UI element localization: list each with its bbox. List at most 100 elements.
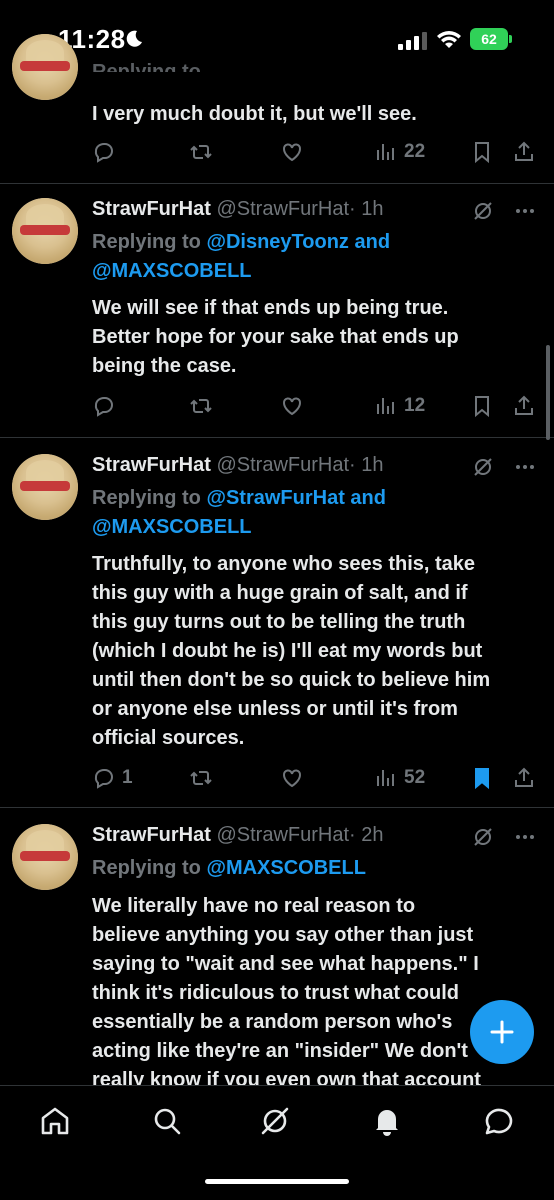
more-icon[interactable] [514, 826, 536, 848]
like-button[interactable] [280, 392, 304, 420]
reply-button[interactable] [92, 138, 116, 166]
mention-join: and [344, 487, 386, 509]
tweet-text-line: think it's ridiculous to trust what coul… [92, 982, 459, 1004]
plus-icon [490, 1020, 514, 1044]
bottom-navigation [0, 1085, 554, 1200]
more-icon[interactable] [514, 200, 536, 222]
bookmark-button[interactable] [470, 764, 494, 792]
tweet-item[interactable]: StrawFurHat @StrawFurHat· 2h Replying to… [0, 808, 554, 1085]
tweet-text-line: saying to "wait and see what happens." I [92, 953, 479, 975]
views-icon [377, 770, 394, 786]
replying-to: Replying to @DisneyToonz and @MAXSCOBELL [92, 228, 532, 286]
bookmark-filled-icon [475, 768, 489, 790]
scrollbar[interactable] [546, 345, 550, 440]
replying-to: Replying to @StrawFurHat and @MAXSCOBELL [92, 484, 532, 542]
like-button[interactable] [280, 764, 304, 792]
avatar[interactable] [12, 34, 78, 100]
grok-nav-icon[interactable] [258, 1104, 292, 1138]
messages-icon[interactable] [482, 1104, 516, 1138]
tweet-text-line: until then don't be so quick to believe … [92, 669, 491, 691]
tweet-header-icons [472, 826, 536, 848]
grok-icon[interactable] [472, 200, 494, 222]
mention-join: and [348, 231, 391, 253]
reply-icon [94, 143, 113, 163]
tweet-actions: 22 [92, 138, 540, 166]
like-button[interactable] [280, 138, 304, 166]
tweet-item[interactable]: StrawFurHat @StrawFurHat· 1h Replying to… [0, 184, 554, 438]
tweet-header: StrawFurHat @StrawFurHat· 1h [92, 198, 384, 221]
heart-icon [283, 397, 301, 416]
views-count: 12 [404, 395, 426, 416]
tweet-text-line: We will see if that ends up being true. [92, 297, 449, 319]
views-button[interactable]: 12 [374, 392, 425, 420]
tweet-header: StrawFurHat @StrawFurHat· 2h [92, 824, 384, 847]
mention-link[interactable]: @DisneyToonz [206, 231, 348, 253]
replying-to-label: Replying to [92, 487, 207, 509]
bookmark-icon [475, 142, 489, 164]
reply-icon [94, 769, 113, 789]
tweet-text: I very much doubt it, but we'll see. [92, 103, 417, 125]
display-name[interactable]: StrawFurHat [92, 454, 211, 476]
views-count: 22 [404, 141, 426, 162]
tweet-item[interactable]: Replying to I very much doubt it, but we… [0, 34, 554, 184]
mention-link[interactable]: @StrawFurHat [206, 487, 344, 509]
repost-button[interactable] [189, 392, 213, 420]
replying-to: Replying to @MAXSCOBELL [92, 854, 532, 883]
share-button[interactable] [512, 392, 536, 420]
more-icon[interactable] [514, 456, 536, 478]
tweet-header-icons [472, 200, 536, 222]
display-name[interactable]: StrawFurHat [92, 824, 211, 846]
tweet-text-line: or anyone else unless or until it's from [92, 698, 458, 720]
mention-link[interactable]: @MAXSCOBELL [92, 260, 252, 282]
tweet-text-line: Truthfully, to anyone who sees this, tak… [92, 553, 476, 575]
reply-feed[interactable]: Replying to I very much doubt it, but we… [0, 0, 554, 1085]
tweet-text-line: official sources. [92, 727, 245, 749]
home-icon[interactable] [38, 1104, 72, 1138]
reply-count: 1 [122, 767, 133, 788]
tweet-item[interactable]: StrawFurHat @StrawFurHat· 1h Replying to… [0, 438, 554, 808]
views-icon [377, 144, 394, 160]
views-button[interactable]: 22 [374, 138, 425, 166]
display-name[interactable]: StrawFurHat [92, 198, 211, 220]
tweet-text-line: We literally have no real reason to [92, 895, 416, 917]
reply-button[interactable]: 1 [92, 764, 133, 792]
tweet-text-line: this guy with a huge grain of salt, and … [92, 582, 468, 604]
search-icon[interactable] [150, 1104, 184, 1138]
home-indicator [205, 1179, 349, 1184]
repost-button[interactable] [189, 764, 213, 792]
mention-link[interactable]: @MAXSCOBELL [206, 857, 366, 879]
share-button[interactable] [512, 138, 536, 166]
grok-icon[interactable] [472, 826, 494, 848]
tweet-time[interactable]: · 2h [349, 824, 383, 846]
tweet-time[interactable]: · 1h [349, 454, 383, 476]
avatar[interactable] [12, 824, 78, 890]
repost-button[interactable] [189, 138, 213, 166]
tweet-time[interactable]: · 1h [349, 198, 383, 220]
reply-button[interactable] [92, 392, 116, 420]
replying-to-label: Replying to [92, 61, 201, 72]
heart-icon [283, 769, 301, 788]
mention-link[interactable]: @MAXSCOBELL [92, 516, 252, 538]
repost-icon [190, 145, 212, 159]
user-handle[interactable]: @StrawFurHat [216, 454, 349, 476]
repost-icon [190, 771, 212, 785]
tweet-text-line: being the case. [92, 355, 237, 377]
compose-button[interactable] [470, 1000, 534, 1064]
heart-icon [283, 143, 301, 162]
grok-icon[interactable] [472, 456, 494, 478]
bookmark-button[interactable] [470, 138, 494, 166]
avatar[interactable] [12, 198, 78, 264]
views-button[interactable]: 52 [374, 764, 425, 792]
tweet-text-line: believe anything you say other than just [92, 924, 474, 946]
user-handle[interactable]: @StrawFurHat [216, 198, 349, 220]
tweet-actions: 12 [92, 392, 540, 420]
tweet-header: StrawFurHat @StrawFurHat· 1h [92, 454, 384, 477]
tweet-text: We literally have no real reason to beli… [92, 892, 540, 1085]
repost-icon [190, 399, 212, 413]
notifications-icon[interactable] [370, 1104, 404, 1138]
share-icon [515, 395, 533, 415]
avatar[interactable] [12, 454, 78, 520]
share-button[interactable] [512, 764, 536, 792]
bookmark-button[interactable] [470, 392, 494, 420]
user-handle[interactable]: @StrawFurHat [216, 824, 349, 846]
